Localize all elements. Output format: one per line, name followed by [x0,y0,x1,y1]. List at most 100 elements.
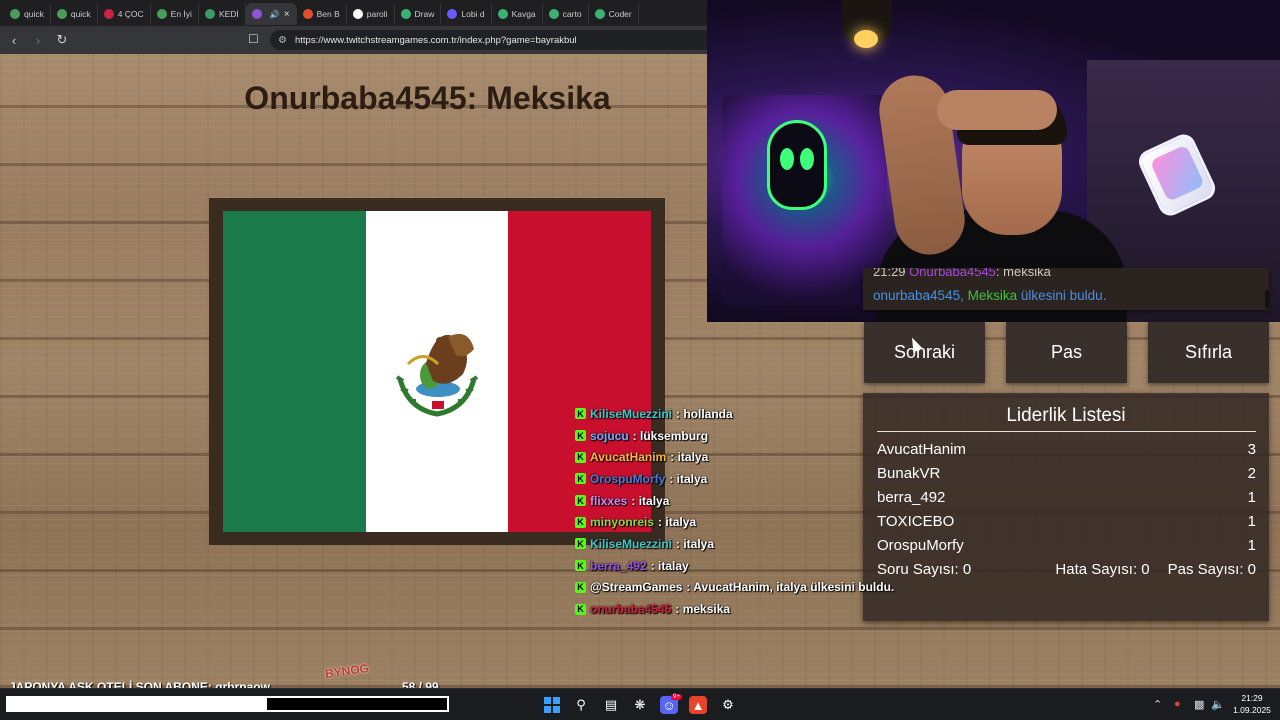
browser-tab[interactable]: KEDİ [199,3,246,25]
browser-tab[interactable]: 4 ÇOC [98,3,151,25]
tab-favicon-icon [103,9,114,19]
brave-icon[interactable]: ▲ [689,696,707,714]
chat-username: OrospuMorfy [590,471,666,486]
browser-tab[interactable]: Coder [589,3,639,25]
chat-message: K OrospuMorfy: italya [575,468,905,490]
browser-tab[interactable]: quick [4,3,51,25]
reload-icon[interactable]: ↻ [52,32,72,48]
result-text: ülkesini buldu. [1020,288,1107,303]
kick-badge-icon: K [575,408,586,420]
kick-badge-icon: K [575,451,586,463]
browser-tab[interactable]: En İyi [151,3,199,25]
tray-chevron-icon[interactable]: ⌃ [1153,698,1162,711]
back-icon[interactable]: ‹ [4,33,24,48]
chat-text: : hollanda [676,406,733,421]
chat-message: K @StreamGames: AvucatHanim, italya ülkes… [575,577,905,599]
tab-favicon-icon [251,9,262,19]
tab-audio-icon[interactable]: 🔊 [270,10,280,19]
system-clock[interactable]: 21:29 1.09.2025 [1228,692,1276,716]
leaderboard-title: Liderlik Listesi [1006,405,1126,426]
leaderboard-row: OrospuMorfy 1 [877,537,1256,554]
leaderboard: Liderlik Listesi AvucatHanim 3 BunakVR 2 ber… [863,393,1269,621]
network-icon[interactable]: ▩ [1194,698,1204,711]
tab-label: Ben B [316,9,340,19]
kick-badge-icon: K [575,473,586,485]
kick-badge-icon: K [575,516,586,528]
chat-username: flixxes [590,493,628,508]
leaderboard-score: 3 [1247,441,1256,458]
chat-text: : AvucatHanim, italya ülkesini buldu. [686,580,895,595]
site-info-icon[interactable]: ⚙ [278,35,287,46]
chat-message: Konurbaba4545: meksika [575,598,905,620]
forward-icon[interactable]: › [28,33,48,48]
stream-progress-bar [6,696,449,712]
chat-username: minyonreis [590,515,655,530]
chat-text: : italay [650,558,689,573]
leaderboard-score: 1 [1247,489,1256,506]
chat-username: sojucu [590,428,629,443]
tab-label: 4 ÇOC [117,9,144,19]
leaderboard-row: AvucatHanim 3 [877,441,1256,458]
tab-favicon-icon [156,9,167,19]
kick-badge-icon: K [575,581,586,593]
start-icon[interactable] [543,696,561,714]
browser-tab[interactable]: 🔊 × [245,3,297,25]
bookmark-icon[interactable]: ☐ [248,32,259,46]
next-button[interactable]: Sonraki [864,322,985,383]
webcam-lamp [842,0,892,48]
tab-label: En İyi [170,9,192,19]
flag-stripe-green [223,211,366,532]
tab-favicon-icon [56,9,67,19]
chat-text: : meksika [675,602,731,617]
browser-tab[interactable]: paroli [347,3,395,25]
url-text: https://www.twitchstreamgames.com.tr/ind… [294,34,577,46]
browser-tab[interactable]: quick [51,3,98,25]
chatgpt-icon[interactable]: ❋ [631,696,649,714]
result-country: Meksika [967,288,1018,303]
coat-of-arms-icon [395,333,478,417]
chat-message: K KiliseMuezzini: hollanda [575,403,905,425]
tab-favicon-icon [594,9,605,19]
chat-text: : italya [669,471,708,486]
message-scrollbar[interactable] [1265,290,1269,308]
browser-tab[interactable]: carto [543,3,589,25]
tab-label: Kavga [511,9,536,19]
pass-button[interactable]: Pas [1006,322,1127,383]
search-icon[interactable]: ⚲ [572,696,590,714]
settings-icon[interactable]: ⚙ [719,696,737,714]
tab-favicon-icon [204,9,215,19]
kick-badge-icon: K [575,495,586,507]
tab-favicon-icon [400,9,411,19]
chat-message: K KiliseMuezzini: italya [575,533,905,555]
leaderboard-row: TOXICEBO 1 [877,513,1256,530]
chat-overlay: K KiliseMuezzini: hollanda Ksojucu: lüksem… [575,403,905,620]
kick-badge-icon: K [575,538,586,550]
chat-message: K AvucatHanim: italya [575,446,905,468]
browser-tab[interactable]: Kavga [492,3,543,25]
browser-tab[interactable]: Ben B [297,3,347,25]
browser-tab[interactable]: Lobi d [441,3,492,25]
chat-username: berra_492 [590,558,647,573]
error-count: Hata Sayısı: 0 [1055,561,1150,578]
chat-username: KiliseMuezzini [590,536,673,551]
microphone-icon[interactable]: ● [1174,698,1181,710]
browser-tab[interactable]: Draw [395,3,442,25]
chat-message: Kflixxes: italya [575,490,905,512]
chat-username: onurbaba4545 [590,602,672,617]
leaderboard-row: berra_492 1 [877,489,1256,506]
volume-icon[interactable]: 🔈 [1211,698,1225,711]
stream-progress-fill [8,698,267,710]
tab-close-icon[interactable]: × [284,9,290,20]
pass-count: Pas Sayısı: 0 [1167,561,1256,578]
message-user: Onurbaba4545 [909,268,996,279]
address-bar[interactable]: ⚙ https://www.twitchstreamgames.com.tr/i… [270,30,707,50]
chat-text: : italya [676,536,715,551]
leaderboard-divider [877,431,1256,432]
tab-favicon-icon [302,9,313,19]
tab-label: Coder [608,9,632,19]
tab-label: quick [70,9,91,19]
reset-button[interactable]: Sıfırla [1148,322,1269,383]
game-message-box: 21:29 Onurbaba4545: meksika onurbaba4545… [863,268,1269,310]
tab-favicon-icon [10,9,20,19]
file-explorer-icon[interactable]: ▤ [602,696,620,714]
